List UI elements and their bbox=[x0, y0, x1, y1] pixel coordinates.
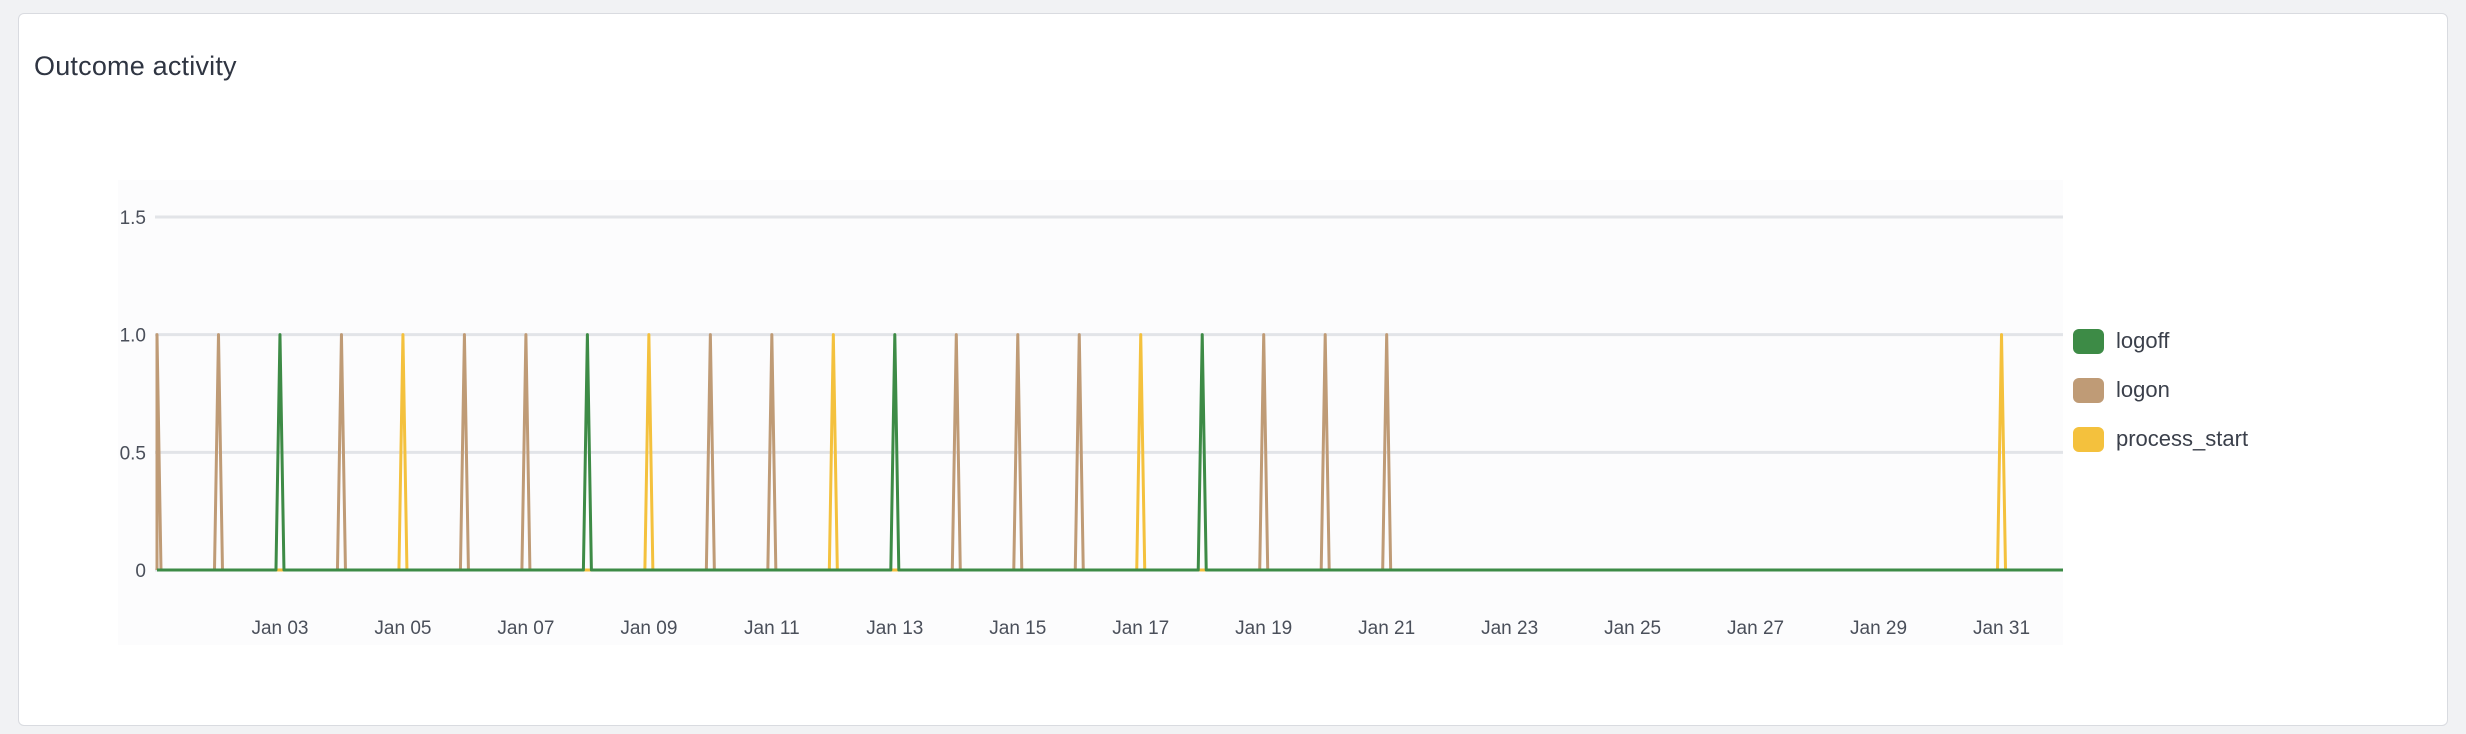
y-tick-label: 0.5 bbox=[120, 443, 146, 464]
legend-item-logon[interactable]: logon bbox=[2073, 375, 2248, 405]
chart-legend: logoff logon process_start bbox=[2073, 326, 2248, 473]
x-tick-label: Jan 29 bbox=[1850, 618, 1907, 639]
x-tick-label: Jan 13 bbox=[866, 618, 923, 639]
legend-swatch bbox=[2073, 426, 2104, 452]
x-tick-label: Jan 09 bbox=[620, 618, 677, 639]
legend-swatch bbox=[2073, 328, 2104, 354]
legend-label: process_start bbox=[2116, 426, 2249, 451]
x-tick-label: Jan 11 bbox=[744, 618, 800, 639]
x-tick-label: Jan 31 bbox=[1973, 618, 2030, 639]
x-tick-label: Jan 17 bbox=[1112, 618, 1169, 639]
x-tick-label: Jan 21 bbox=[1358, 618, 1415, 639]
plot-background bbox=[118, 180, 2063, 645]
legend-item-process-start[interactable]: process_start bbox=[2073, 424, 2248, 454]
x-tick-label: Jan 19 bbox=[1235, 618, 1292, 639]
x-tick-label: Jan 03 bbox=[251, 618, 308, 639]
x-axis-ticks: Jan 03 Jan 05 Jan 07 Jan 09 Jan 11 Jan 13 Jan … bbox=[251, 618, 2030, 639]
y-tick-label: 1.0 bbox=[120, 326, 146, 347]
x-tick-label: Jan 07 bbox=[497, 618, 554, 639]
x-tick-label: Jan 05 bbox=[374, 618, 431, 639]
y-tick-label: 0 bbox=[135, 561, 146, 582]
x-tick-label: Jan 25 bbox=[1604, 618, 1661, 639]
legend-item-logoff[interactable]: logoff bbox=[2073, 326, 2248, 356]
y-tick-label: 1.5 bbox=[120, 208, 146, 229]
legend-swatch bbox=[2073, 377, 2104, 403]
x-tick-label: Jan 15 bbox=[989, 618, 1046, 639]
legend-label: logoff bbox=[2116, 328, 2170, 353]
x-tick-label: Jan 27 bbox=[1727, 618, 1784, 639]
legend-label: logon bbox=[2116, 377, 2170, 402]
x-tick-label: Jan 23 bbox=[1481, 618, 1538, 639]
